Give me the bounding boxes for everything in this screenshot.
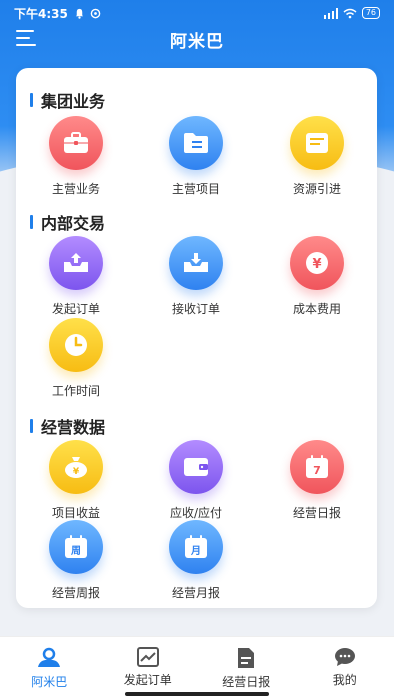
calendar-day-icon: 7	[290, 440, 344, 494]
sync-icon	[90, 8, 101, 18]
tile-resource-intro[interactable]: 资源引进	[267, 116, 367, 197]
page-title: 阿米巴	[170, 31, 224, 52]
tile-project-revenue[interactable]: ¥ 项目收益	[26, 440, 126, 521]
tab-amoeba[interactable]: 阿米巴	[0, 637, 99, 700]
tile-monthly-report[interactable]: 月 经营月报	[146, 520, 246, 601]
amoeba-icon	[38, 647, 61, 667]
section-title-internal-trade: 内部交易	[30, 210, 105, 234]
section-title-operating-data: 经营数据	[30, 414, 105, 438]
section-title-group-business: 集团业务	[30, 88, 105, 112]
calendar-week-icon: 周	[49, 520, 103, 574]
tab-initiate-order[interactable]: 发起订单	[99, 637, 198, 700]
upload-tray-icon	[49, 236, 103, 290]
yen-icon: ¥	[290, 236, 344, 290]
tile-cost-expense[interactable]: ¥ 成本费用	[267, 236, 367, 317]
money-bag-icon: ¥	[49, 440, 103, 494]
status-bar: 下午4:35 76	[0, 0, 394, 26]
tile-label: 项目收益	[51, 506, 100, 520]
tile-receive-order[interactable]: 接收订单	[146, 236, 246, 317]
tile-label: 经营周报	[51, 586, 100, 600]
wifi-icon	[343, 8, 357, 18]
status-time: 下午4:35	[14, 6, 68, 21]
download-tray-icon	[169, 236, 223, 290]
wallet-icon	[169, 440, 223, 494]
bottom-tab-bar: 阿米巴 发起订单 经营日报 我的	[0, 636, 394, 700]
tile-main-projects[interactable]: 主营项目	[146, 116, 246, 197]
tile-weekly-report[interactable]: 周 经营周报	[26, 520, 126, 601]
chat-icon	[334, 648, 355, 666]
svg-text:周: 周	[71, 545, 81, 557]
chart-icon	[136, 647, 159, 667]
home-indicator	[125, 692, 269, 696]
tab-daily-report[interactable]: 经营日报	[197, 637, 296, 700]
tile-label: 经营月报	[171, 586, 220, 600]
tile-label: 主营业务	[51, 182, 100, 196]
document-icon	[290, 116, 344, 170]
tile-label: 工作时间	[51, 384, 100, 398]
tile-label: 资源引进	[292, 182, 341, 196]
function-card: 集团业务 主营业务 主营项目 资源引进 内部交易 发起订单 接收订单 ¥ 成本费…	[16, 68, 377, 608]
tile-label: 经营日报	[292, 506, 341, 520]
signal-icon	[323, 7, 338, 19]
svg-text:7: 7	[313, 464, 321, 477]
tile-label: 成本费用	[292, 302, 341, 316]
tile-label: 主营项目	[171, 182, 220, 196]
tile-label: 发起订单	[51, 302, 100, 316]
battery-indicator: 76	[361, 7, 380, 19]
tile-label: 应收/应付	[169, 506, 223, 520]
bell-icon	[75, 8, 84, 19]
svg-text:¥: ¥	[73, 467, 80, 477]
menu-icon[interactable]	[16, 30, 38, 48]
nav-bar: 阿米巴	[0, 26, 394, 52]
report-icon	[238, 648, 255, 668]
tile-label: 接收订单	[171, 302, 220, 316]
tile-receivable-payable[interactable]: 应收/应付	[146, 440, 246, 521]
tile-work-time[interactable]: 工作时间	[26, 318, 126, 399]
tab-mine[interactable]: 我的	[296, 637, 394, 700]
tile-daily-report[interactable]: 7 经营日报	[267, 440, 367, 521]
briefcase-icon	[49, 116, 103, 170]
svg-text:月: 月	[190, 545, 201, 557]
tile-initiate-order[interactable]: 发起订单	[26, 236, 126, 317]
svg-text:¥: ¥	[312, 257, 321, 272]
folder-icon	[169, 116, 223, 170]
tile-main-business[interactable]: 主营业务	[26, 116, 126, 197]
calendar-month-icon: 月	[169, 520, 223, 574]
clock-icon	[49, 318, 103, 372]
